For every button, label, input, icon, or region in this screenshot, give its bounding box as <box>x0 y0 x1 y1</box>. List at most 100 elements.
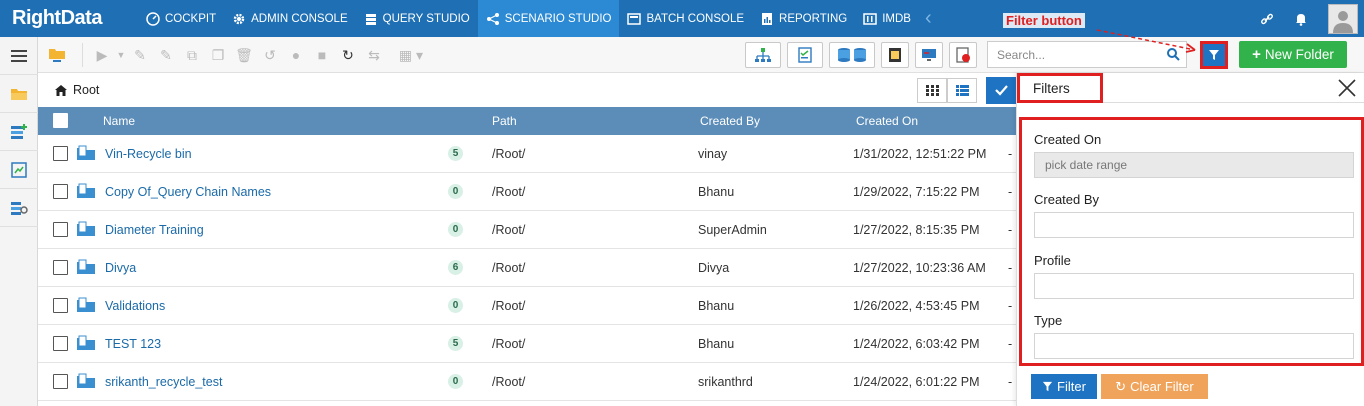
row-checkbox[interactable] <box>53 146 68 161</box>
created-on-date-range[interactable]: pick date range <box>1034 152 1354 178</box>
report-file-icon <box>956 47 970 63</box>
refresh-button[interactable]: ↻ <box>335 43 361 67</box>
restore-button[interactable]: ↺ <box>257 43 283 67</box>
folder-path: /Root/ <box>492 185 526 199</box>
nav-imdb[interactable]: IMDB <box>855 0 919 37</box>
created-by: Bhanu <box>698 185 735 199</box>
caret-down-icon: ▼ <box>116 50 126 60</box>
row-checkbox[interactable] <box>53 298 68 313</box>
breadcrumb[interactable]: Root <box>54 83 99 97</box>
sidebar-settings[interactable] <box>0 189 38 227</box>
folder-name[interactable]: srikanth_recycle_test <box>105 375 222 389</box>
table-row[interactable]: TEST 123 5 /Root/ Bhanu 1/24/2022, 6:03:… <box>38 325 1016 363</box>
report-file-button[interactable] <box>949 42 977 68</box>
table-row[interactable]: Validations 0 /Root/ Bhanu 1/26/2022, 4:… <box>38 287 1016 325</box>
move-icon: ⧉ <box>187 46 197 63</box>
extra-column: - <box>1008 299 1013 313</box>
folder-name[interactable]: TEST 123 <box>105 337 161 351</box>
created-on: 1/27/2022, 8:15:35 PM <box>853 223 980 237</box>
user-avatar[interactable] <box>1328 3 1358 34</box>
globe-button[interactable]: ● <box>283 43 309 67</box>
copy-button[interactable]: ❐ <box>205 43 231 67</box>
film-button[interactable] <box>881 42 909 68</box>
created-by: Divya <box>698 261 730 275</box>
extra-column: - <box>1008 337 1013 351</box>
extra-column: - <box>1008 147 1013 161</box>
nav-admin-console[interactable]: ADMIN CONSOLE <box>224 0 356 37</box>
filters-form: Created On pick date range Created By Pr… <box>1019 117 1364 366</box>
profile-input[interactable] <box>1034 273 1354 299</box>
apply-filter-button[interactable]: Filter <box>1031 374 1097 399</box>
clear-filter-button[interactable]: ↻ Clear Filter <box>1101 374 1208 399</box>
item-count-badge: 0 <box>448 374 463 389</box>
list-view-button[interactable] <box>947 78 977 103</box>
hamburger-menu[interactable] <box>0 37 38 75</box>
bell-icon[interactable] <box>1294 12 1308 26</box>
move-button[interactable]: ⧉ <box>179 43 205 67</box>
network-button[interactable] <box>745 42 781 68</box>
export-icon: ▦ ▾ <box>398 46 424 63</box>
monitor-button[interactable] <box>915 42 943 68</box>
nav-scenario-studio[interactable]: SCENARIO STUDIO <box>477 0 620 37</box>
table-row[interactable]: Divya 6 /Root/ Divya 1/27/2022, 10:23:36… <box>38 249 1016 287</box>
compare-db-button[interactable] <box>829 42 875 68</box>
lock-button[interactable]: ■ <box>309 43 335 67</box>
nav-cockpit[interactable]: COCKPIT <box>138 0 224 37</box>
created-by-input[interactable] <box>1034 212 1354 238</box>
extra-column: - <box>1008 185 1013 199</box>
created-on: 1/24/2022, 6:03:42 PM <box>853 337 980 351</box>
edit-alt-button[interactable]: ✎ <box>153 43 179 67</box>
folders-table: Name Path Created By Created On Vin-Recy… <box>38 107 1016 401</box>
run-button[interactable]: ▶ <box>89 43 115 67</box>
item-count-badge: 0 <box>448 184 463 199</box>
folder-name[interactable]: Diameter Training <box>105 223 204 237</box>
filter-button-annotation: Filter button <box>1003 13 1085 28</box>
chevron-left-icon[interactable]: ‹ <box>919 7 938 30</box>
folder-path: /Root/ <box>492 337 526 351</box>
link-icon[interactable] <box>1260 12 1274 26</box>
column-header-created-on[interactable]: Created On <box>856 114 918 128</box>
nav-query-studio[interactable]: QUERY STUDIO <box>356 0 478 37</box>
folder-name[interactable]: Validations <box>105 299 165 313</box>
edit-button[interactable]: ✎ <box>127 43 153 67</box>
sidebar-dashboard[interactable] <box>0 151 38 189</box>
row-checkbox[interactable] <box>53 336 68 351</box>
row-checkbox[interactable] <box>53 184 68 199</box>
folder-name[interactable]: Vin-Recycle bin <box>105 147 192 161</box>
select-mode-button[interactable] <box>986 77 1016 104</box>
table-row[interactable]: Diameter Training 0 /Root/ SuperAdmin 1/… <box>38 211 1016 249</box>
sidebar-folder[interactable] <box>0 75 38 113</box>
delete-button[interactable]: 🗑 <box>231 43 257 67</box>
export-dropdown[interactable]: ▦ ▾ <box>387 43 435 67</box>
folder-name[interactable]: Copy Of_Query Chain Names <box>105 185 271 199</box>
table-row[interactable]: srikanth_recycle_test 0 /Root/ srikanthr… <box>38 363 1016 401</box>
check-icon <box>994 85 1008 96</box>
nav-batch-console[interactable]: BATCH CONSOLE <box>619 0 752 37</box>
nav-reporting[interactable]: REPORTING <box>752 0 855 37</box>
extra-column: - <box>1008 223 1013 237</box>
created-by: srikanthrd <box>698 375 753 389</box>
play-icon: ▶ <box>96 46 108 63</box>
filters-header: Filters <box>1017 73 1364 103</box>
column-header-created-by[interactable]: Created By <box>700 114 760 128</box>
row-checkbox[interactable] <box>53 374 68 389</box>
run-dropdown[interactable]: ▼ <box>115 43 127 67</box>
column-header-name[interactable]: Name <box>103 114 135 128</box>
type-input[interactable] <box>1034 333 1354 359</box>
table-row[interactable]: Copy Of_Query Chain Names 0 /Root/ Bhanu… <box>38 173 1016 211</box>
select-all-checkbox[interactable] <box>53 113 68 128</box>
row-checkbox[interactable] <box>53 260 68 275</box>
close-icon[interactable] <box>1337 78 1357 98</box>
column-header-path[interactable]: Path <box>492 114 517 128</box>
folder-tree-button[interactable] <box>38 43 76 67</box>
filters-panel: Filters Created On pick date range Creat… <box>1016 73 1364 406</box>
rightdata-logo[interactable]: RightData <box>0 0 138 37</box>
table-row[interactable]: Vin-Recycle bin 5 /Root/ vinay 1/31/2022… <box>38 135 1016 173</box>
folder-name[interactable]: Divya <box>105 261 136 275</box>
checklist-button[interactable] <box>787 42 823 68</box>
row-checkbox[interactable] <box>53 222 68 237</box>
sidebar-add-scenario[interactable] <box>0 113 38 151</box>
new-folder-button[interactable]: + New Folder <box>1239 41 1347 68</box>
swap-button[interactable]: ⇆ <box>361 43 387 67</box>
grid-view-button[interactable] <box>917 78 947 103</box>
